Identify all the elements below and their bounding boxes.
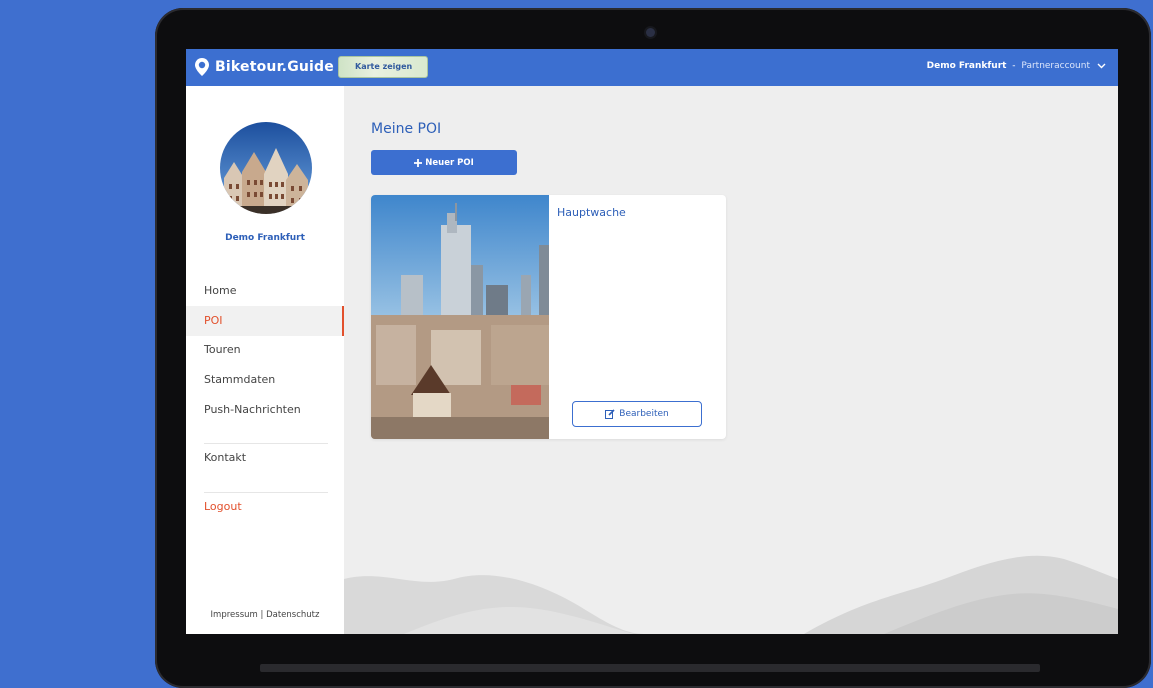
sidebar-item-logout[interactable]: Logout <box>186 492 344 522</box>
top-bar: Biketour.Guide Karte zeigen Demo Frankfu… <box>186 49 1118 86</box>
account-menu[interactable]: Demo Frankfurt - Partneraccount <box>927 61 1106 71</box>
sidebar-item-home[interactable]: Home <box>186 276 344 306</box>
laptop-base <box>260 664 1040 672</box>
brand-logo[interactable]: Biketour.Guide <box>195 58 334 76</box>
brand-name: Biketour.Guide <box>215 59 334 75</box>
edit-icon <box>605 409 615 419</box>
app-screen: Biketour.Guide Karte zeigen Demo Frankfu… <box>186 49 1118 634</box>
plus-icon <box>414 158 423 167</box>
sidebar-item-touren[interactable]: Touren <box>186 335 344 365</box>
new-poi-label: Neuer POI <box>425 157 474 168</box>
profile-name: Demo Frankfurt <box>225 233 305 243</box>
sidebar-item-kontakt[interactable]: Kontakt <box>186 443 344 473</box>
footer-links: Impressum | Datenschutz <box>186 610 344 620</box>
account-separator: - <box>1009 61 1019 71</box>
avatar <box>220 122 312 214</box>
datenschutz-link[interactable]: Datenschutz <box>266 610 319 620</box>
page-title: Meine POI <box>371 121 442 137</box>
edit-button[interactable]: Bearbeiten <box>572 401 702 427</box>
poi-card: Hauptwache Bearbeiten <box>371 195 726 439</box>
edit-label: Bearbeiten <box>619 409 669 419</box>
show-map-button[interactable]: Karte zeigen <box>338 56 428 78</box>
impressum-link[interactable]: Impressum <box>211 610 258 620</box>
new-poi-button[interactable]: Neuer POI <box>371 150 517 175</box>
account-name: Demo Frankfurt <box>926 61 1007 71</box>
mountain-decoration <box>344 555 1118 634</box>
footer-separator: | <box>257 610 267 620</box>
sidebar-item-poi[interactable]: POI <box>186 306 344 336</box>
poi-image <box>371 195 549 439</box>
sidebar-item-stammdaten[interactable]: Stammdaten <box>186 365 344 395</box>
map-pin-icon <box>195 58 209 76</box>
sidebar: Demo Frankfurt Home POI Touren Stammdate… <box>186 86 344 634</box>
poi-title[interactable]: Hauptwache <box>557 206 626 219</box>
chevron-down-icon <box>1097 63 1106 69</box>
account-role: Partneraccount <box>1021 61 1090 71</box>
sidebar-item-push-nachrichten[interactable]: Push-Nachrichten <box>186 395 344 425</box>
webcam <box>646 28 655 37</box>
